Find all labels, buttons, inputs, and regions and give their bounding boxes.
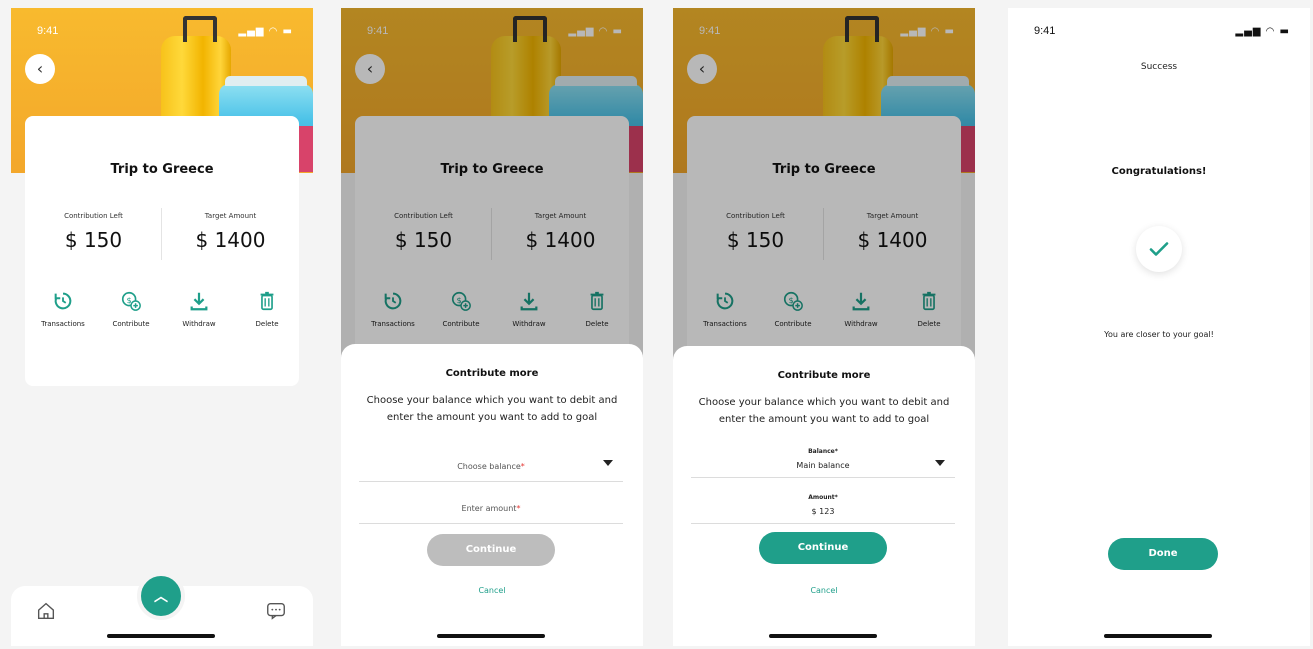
balance-label: Balance [808,448,835,455]
home-indicator [769,634,877,638]
done-button[interactable]: Done [1108,538,1218,570]
delete-label: Delete [255,320,279,328]
check-icon [1149,242,1169,256]
home-indicator [437,634,545,638]
sheet-description: Choose your balance which you want to de… [366,395,618,423]
contribute-sheet: Contribute more Choose your balance whic… [341,344,643,646]
status-bar: 9:41 ▂▄▆ ◠ ▬ [11,8,313,48]
delete-icon [260,291,274,311]
success-message: You are closer to your goal! [1104,330,1214,339]
sheet-description: Choose your balance which you want to de… [698,397,950,425]
pink-suitcase-image [297,126,313,172]
goal-actions: Transactions $ Contribute Withdraw Delet… [25,290,299,340]
page-title: Success [1140,62,1178,72]
balance-select[interactable]: Choose balance* [359,454,623,482]
withdraw-icon [190,292,208,311]
transactions-button[interactable]: Transactions [29,290,97,328]
amount-placeholder: Enter amount [461,504,517,513]
status-indicators-icon: ▂▄▆ ◠ ▬ [1235,26,1290,37]
chevron-up-icon: ︿ [154,589,168,605]
chat-icon[interactable] [265,600,287,622]
status-bar: 9:41 ▂▄▆ ◠ ▬ [1008,8,1310,48]
chevron-down-icon [935,460,945,466]
withdraw-label: Withdraw [182,320,216,328]
balance-value: Main balance [796,461,850,470]
target-amount-stat: Target Amount $ 1400 [162,212,299,252]
home-icon[interactable] [35,600,57,622]
success-badge [1136,226,1182,272]
status-indicators-icon: ▂▄▆ ◠ ▬ [238,26,293,37]
goal-title: Trip to Greece [110,162,214,177]
expand-button[interactable]: ︿ [137,572,185,620]
home-indicator [107,634,215,638]
continue-button[interactable]: Continue [427,534,555,566]
sheet-title: Contribute more [445,368,539,379]
status-time: 9:41 [37,25,59,37]
balance-select[interactable]: Balance* Main balance [691,438,955,478]
screen-success: 9:41 ▂▄▆ ◠ ▬ Success Congratulations! Yo… [1008,8,1310,646]
sheet-title: Contribute more [777,370,871,381]
contribute-button[interactable]: $ Contribute [97,290,165,328]
cancel-link[interactable]: Cancel [341,586,643,595]
contribute-label: Contribute [112,320,150,328]
goal-card: Trip to Greece Contribution Left $ 150 T… [25,116,299,386]
contribute-icon: $ [121,291,141,311]
screen-contribute-empty: 9:41 ▂▄▆ ◠ ▬ ‹ Trip to Greece Contributi… [341,8,643,646]
contribution-left-label: Contribution Left [64,212,123,220]
target-amount-label: Target Amount [204,212,257,220]
status-time: 9:41 [1034,25,1056,37]
amount-input[interactable]: Enter amount* [359,496,623,524]
balance-placeholder: Choose balance [457,462,521,471]
transactions-icon [54,292,72,310]
required-mark: * [834,494,838,501]
contribution-left-value: $ 150 [64,228,123,252]
target-amount-value: $ 1400 [195,228,266,252]
contribute-sheet: Contribute more Choose your balance whic… [673,346,975,646]
continue-button[interactable]: Continue [759,532,887,564]
required-mark: * [516,504,521,513]
required-mark: * [520,462,525,471]
transactions-label: Transactions [41,320,85,328]
cancel-link[interactable]: Cancel [673,586,975,595]
back-button[interactable]: ‹ [25,54,55,84]
screen-contribute-filled: 9:41 ▂▄▆ ◠ ▬ ‹ Trip to Greece Contributi… [673,8,975,646]
delete-button[interactable]: Delete [233,290,301,328]
required-mark: * [834,448,838,455]
screen-goal-detail: 9:41 ▂▄▆ ◠ ▬ ‹ Trip to Greece Contributi… [11,8,313,646]
contribution-left-stat: Contribution Left $ 150 [25,212,162,252]
amount-label: Amount [808,494,835,501]
success-title: Congratulations! [1111,166,1207,177]
amount-value: $ 123 [811,507,835,516]
amount-input[interactable]: Amount* $ 123 [691,484,955,524]
withdraw-button[interactable]: Withdraw [165,290,233,328]
home-indicator [1104,634,1212,638]
back-arrow-icon: ‹ [36,58,44,78]
chevron-down-icon [603,460,613,466]
